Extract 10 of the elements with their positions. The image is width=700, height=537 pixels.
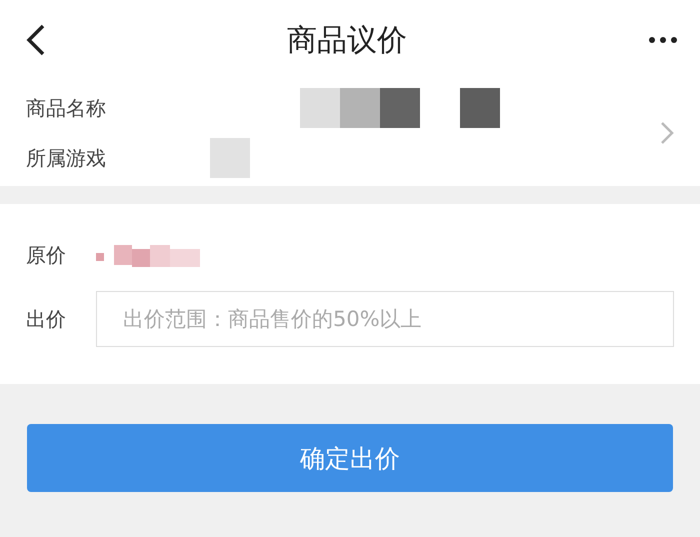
price-label: 原价 (26, 242, 66, 268)
info-label: 所属游戏 (26, 144, 106, 172)
more-icon[interactable] (648, 36, 678, 44)
bid-input-field[interactable]: 出价范围：商品售价的50%以上 (96, 291, 674, 347)
confirm-bid-button[interactable]: 确定出价 (27, 424, 673, 492)
page-title: 商品议价 (287, 22, 407, 60)
pixelated-mosaic (210, 138, 250, 178)
bid-label: 出价 (26, 306, 66, 332)
back-icon[interactable] (26, 24, 46, 56)
info-label: 商品名称 (26, 94, 106, 122)
